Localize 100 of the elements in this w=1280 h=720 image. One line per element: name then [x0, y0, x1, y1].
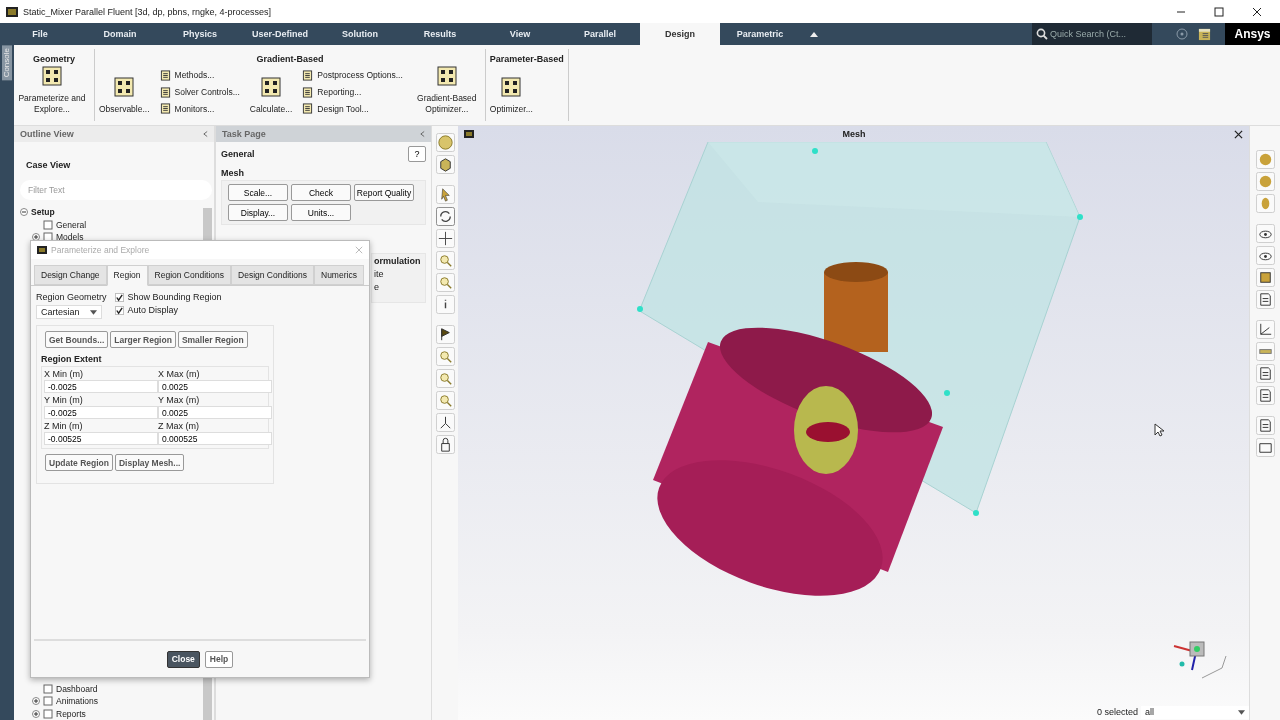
layers-icon[interactable] [1255, 268, 1275, 287]
field-label: Region Geometry [36, 292, 107, 302]
mesh-button[interactable]: Report Quality [354, 184, 414, 201]
region-button[interactable]: Larger Region [110, 331, 176, 348]
tree-item[interactable]: Dashboard [20, 682, 203, 695]
dialog-button[interactable]: Help [204, 650, 234, 668]
pointer-icon[interactable] [435, 185, 455, 204]
partial-text: e [374, 282, 380, 292]
selection-dropdown[interactable]: all [1141, 705, 1249, 719]
input-field[interactable]: -0.0025 [44, 380, 158, 393]
ribbon-button[interactable]: Reporting... [302, 86, 403, 98]
collapse-icon[interactable] [203, 130, 208, 138]
checkbox-option[interactable]: Show Bounding Region [114, 292, 222, 302]
target-icon[interactable] [435, 133, 455, 152]
tree-item[interactable]: Reports [20, 707, 203, 720]
dialog-tab[interactable]: Design Conditions [231, 265, 314, 285]
input-field[interactable]: -0.00525 [44, 432, 158, 445]
tree-item[interactable]: Setup [20, 206, 203, 219]
filter-field[interactable]: Filter Text [20, 180, 212, 200]
menu-tab[interactable]: User-Defined [240, 23, 320, 45]
search-field[interactable]: Quick Search (Ct... [1032, 23, 1152, 45]
page-icon [43, 219, 53, 230]
ribbon-button[interactable]: Parameterize and Explore... [18, 64, 86, 122]
dialog-tab[interactable]: Region [106, 265, 148, 286]
lock-icon[interactable] [435, 435, 455, 454]
input-field[interactable]: 0.0025 [158, 406, 272, 419]
menu-tab[interactable]: View [480, 23, 560, 45]
flag-icon[interactable] [435, 325, 455, 344]
tree-item[interactable]: General [20, 218, 203, 231]
ribbon-button[interactable]: Optimizer... [489, 64, 533, 121]
mesh-button[interactable]: Display... [228, 204, 288, 221]
input-field[interactable]: 0.000525 [158, 432, 272, 445]
menu-tab[interactable]: Parametric [720, 23, 800, 45]
move-icon[interactable] [435, 229, 455, 248]
caret-icon [1238, 709, 1245, 715]
zoom-out-icon[interactable] [435, 369, 455, 388]
dialog-tab[interactable]: Region Conditions [147, 265, 231, 285]
dialog-tab[interactable]: Numerics [314, 265, 364, 285]
grid-icon [259, 75, 284, 100]
mesh-button[interactable]: Units... [291, 204, 351, 221]
region-button[interactable]: Get Bounds... [45, 331, 109, 348]
help-icon[interactable] [1176, 28, 1188, 40]
expander-icon[interactable] [20, 208, 28, 217]
eye-icon[interactable] [1255, 224, 1275, 243]
menu-tab[interactable]: Physics [160, 23, 240, 45]
ribbon-button[interactable]: Postprocess Options... [302, 69, 403, 81]
menu-tab[interactable]: Domain [80, 23, 160, 45]
cube-icon[interactable] [435, 155, 455, 174]
help-button[interactable]: ? [408, 146, 426, 162]
checkbox[interactable] [114, 292, 124, 302]
ribbon-button[interactable]: Design Tool... [302, 103, 403, 115]
page-icon [302, 69, 314, 81]
dialog-button[interactable]: Close [166, 650, 200, 668]
ribbon-button[interactable]: Calculate... [249, 64, 293, 122]
checkbox-option[interactable]: Auto Display [114, 305, 222, 315]
partial-text: ite [374, 269, 385, 279]
search-icon [1036, 28, 1048, 40]
expander-icon[interactable] [32, 697, 40, 706]
menu-tab[interactable]: Parallel [560, 23, 640, 45]
menu-tab[interactable]: Solution [320, 23, 400, 45]
maximize-icon[interactable] [1214, 6, 1224, 17]
ribbon-button[interactable]: Observable... [99, 64, 150, 122]
axes-icon[interactable] [1255, 320, 1275, 339]
eye-icon[interactable] [1255, 246, 1275, 265]
tree-item[interactable]: Animations [20, 695, 203, 708]
action-button[interactable]: Display Mesh... [115, 454, 185, 471]
action-button[interactable]: Update Region [45, 454, 113, 471]
menu-tab[interactable]: File [0, 23, 80, 45]
collapse-icon[interactable] [810, 31, 818, 37]
input-field[interactable]: -0.0025 [44, 406, 158, 419]
ribbon-button[interactable]: Monitors... [159, 103, 240, 115]
field-label: Z Min (m) [44, 421, 84, 431]
collapse-icon[interactable] [420, 130, 425, 138]
rotate-icon[interactable] [435, 207, 455, 226]
section-heading: Case View [26, 160, 72, 170]
ribbon-button[interactable]: Methods... [159, 69, 240, 81]
axes-icon[interactable] [435, 413, 455, 432]
region-button[interactable]: Smaller Region [177, 331, 248, 348]
checkbox[interactable] [114, 305, 124, 315]
document-icon[interactable] [1255, 364, 1275, 383]
panel-title: Task Page [222, 129, 266, 139]
menu-tab[interactable]: Design [640, 23, 720, 45]
ribbon-button[interactable]: Gradient-Based Optimizer... [412, 64, 481, 122]
close-icon[interactable] [1252, 6, 1262, 17]
ribbon-button[interactable]: Solver Controls... [159, 86, 240, 98]
menu-tab[interactable]: Results [400, 23, 480, 45]
zoom-icon[interactable] [435, 273, 455, 292]
dialog-tab[interactable]: Design Change [34, 265, 107, 285]
input-field[interactable]: 0.0025 [158, 380, 272, 393]
mesh-button[interactable]: Check [291, 184, 351, 201]
tree-item[interactable]: Models [20, 231, 203, 244]
geometry-dropdown[interactable]: Cartesian [36, 305, 102, 319]
mesh-button[interactable]: Scale... [228, 184, 288, 201]
notebook-icon[interactable] [1198, 27, 1211, 41]
cursor-icon [1154, 423, 1164, 437]
grid-icon [40, 64, 64, 88]
expander-icon[interactable] [32, 709, 40, 718]
close-icon[interactable] [1234, 129, 1243, 139]
slider-icon[interactable] [1255, 342, 1275, 361]
page-icon [302, 86, 314, 98]
